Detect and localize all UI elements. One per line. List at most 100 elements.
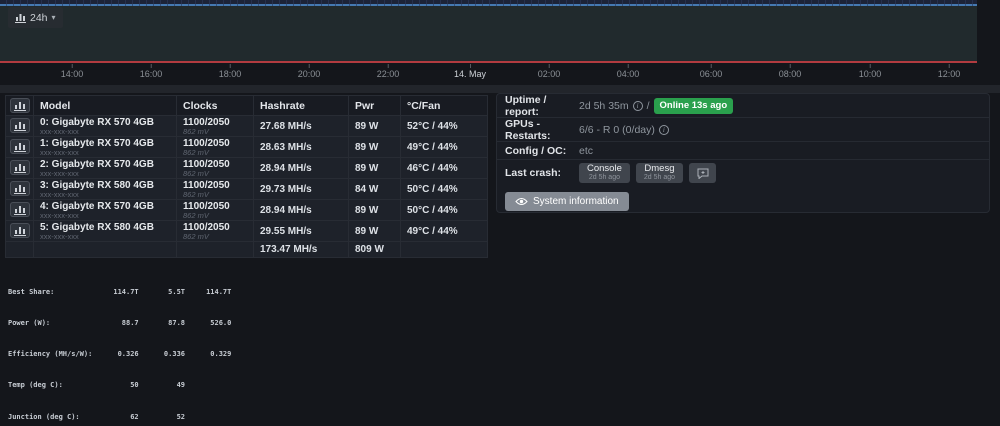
gpu-model[interactable]: 4: Gigabyte RX 570 4GB — [40, 201, 170, 212]
console-line: Power (W): 88.7 87.8 526.0 — [8, 319, 232, 328]
gpu-chart-button[interactable] — [9, 223, 30, 239]
gpu-temp-fan: 50°C / 44% — [400, 178, 488, 200]
hashrate-chart-panel: 24h ▾ 14:00 16:00 18:00 20:00 22:00 14. … — [0, 0, 1000, 85]
gpu-power: 89 W — [348, 199, 401, 221]
gpu-temp-fan: 52°C / 44% — [400, 115, 488, 137]
console-button-subtext: 2d 5h ago — [588, 174, 620, 181]
col-header-model: Model — [33, 95, 177, 116]
chart-hashrate-line — [0, 4, 977, 6]
x-tick: 14:00 — [60, 64, 84, 79]
uptime-label: Uptime / report: — [505, 93, 547, 118]
console-line: Junction (deg C): 62 52 — [8, 412, 186, 421]
section-divider — [0, 85, 1000, 93]
x-tick: 10:00 — [858, 64, 882, 79]
x-tick: 20:00 — [297, 64, 321, 79]
x-tick: 04:00 — [616, 64, 640, 79]
total-hashrate: 173.47 MH/s — [253, 241, 349, 258]
config-oc-row: Config / OC: etc — [497, 142, 989, 160]
last-crash-row: Last crash: Console 2d 5h ago Dmesg 2d 5… — [497, 160, 989, 186]
chart-plot-area[interactable]: 24h ▾ — [0, 0, 977, 63]
total-power: 809 W — [348, 241, 401, 258]
chevron-down-icon: ▾ — [51, 13, 56, 22]
gpu-serial: xxx-xxx-xxx — [40, 126, 79, 136]
x-tick: 08:00 — [778, 64, 802, 79]
col-header-clocks: Clocks — [176, 95, 254, 116]
x-tick: 06:00 — [699, 64, 723, 79]
gpu-hashrate: 29.55 MH/s — [253, 220, 349, 242]
gpu-total-row: 173.47 MH/s 809 W — [5, 241, 488, 258]
gpu-row: 2: Gigabyte RX 570 4GB xxx-xxx-xxx 1100/2… — [5, 157, 488, 179]
gpu-model[interactable]: 2: Gigabyte RX 570 4GB — [40, 159, 170, 170]
chart-icon — [15, 13, 26, 23]
console-button[interactable]: Console 2d 5h ago — [579, 163, 630, 183]
gpu-model[interactable]: 3: Gigabyte RX 580 4GB — [40, 180, 170, 191]
comment-button[interactable] — [689, 163, 717, 183]
gpu-chart-button[interactable] — [9, 202, 30, 218]
config-oc-label: Config / OC: — [505, 144, 567, 157]
gpu-clocks: 1100/2050 — [183, 221, 230, 233]
gpu-chart-button[interactable] — [9, 181, 30, 197]
gpu-hashrate: 28.94 MH/s — [253, 157, 349, 179]
info-icon[interactable]: i — [632, 100, 643, 111]
uptime-value: 2d 5h 35m — [579, 99, 629, 112]
console-line: Efficiency (MH/s/W): 0.326 0.336 0.329 — [8, 350, 232, 359]
speech-bubble-icon — [697, 168, 709, 179]
x-tick: 22:00 — [376, 64, 400, 79]
dmesg-button[interactable]: Dmesg 2d 5h ago — [635, 163, 684, 183]
gpu-clocks: 1100/2050 — [183, 158, 230, 170]
gpu-table: Model Clocks Hashrate Pwr °C/Fan 0: Giga… — [5, 95, 488, 258]
gpu-row: 5: Gigabyte RX 580 4GB xxx-xxx-xxx 1100/2… — [5, 220, 488, 242]
x-tick: 02:00 — [537, 64, 561, 79]
gpu-voltage: 862 mV — [183, 168, 209, 178]
gpu-voltage: 862 mV — [183, 231, 209, 241]
col-header-hashrate: Hashrate — [253, 95, 349, 116]
system-information-label: System information — [533, 196, 619, 207]
console-button-label: Console — [587, 163, 622, 174]
gpu-model[interactable]: 0: Gigabyte RX 570 4GB — [40, 117, 170, 128]
gpu-chart-button[interactable] — [9, 139, 30, 155]
gpu-power: 89 W — [348, 115, 401, 137]
uptime-row: Uptime / report: 2d 5h 35m i / Online 13… — [497, 94, 989, 118]
time-range-selector[interactable]: 24h ▾ — [8, 7, 63, 28]
gpu-chart-button[interactable] — [9, 118, 30, 134]
gpu-power: 84 W — [348, 178, 401, 200]
gpu-temp-fan: 46°C / 44% — [400, 157, 488, 179]
x-tick: 18:00 — [218, 64, 242, 79]
dmesg-button-label: Dmesg — [644, 163, 675, 174]
miner-console-log[interactable]: Best Share: 114.7T 5.5T 114.7T Power (W)… — [8, 266, 994, 426]
gpu-clocks: 1100/2050 — [183, 137, 230, 149]
gpu-clocks: 1100/2050 — [183, 200, 230, 212]
gpu-row: 0: Gigabyte RX 570 4GB xxx-xxx-xxx 1100/2… — [5, 115, 488, 137]
gpu-voltage: 862 mV — [183, 210, 209, 220]
gpu-clocks: 1100/2050 — [183, 116, 230, 128]
gpu-model[interactable]: 1: Gigabyte RX 570 4GB — [40, 138, 170, 149]
eye-icon — [515, 197, 528, 206]
gpu-serial: xxx-xxx-xxx — [40, 168, 79, 178]
gpu-voltage: 862 mV — [183, 126, 209, 136]
chart-x-axis: 14:00 16:00 18:00 20:00 22:00 14. May 02… — [0, 63, 977, 85]
gpu-power: 89 W — [348, 157, 401, 179]
last-crash-label: Last crash: — [505, 167, 562, 179]
gpu-temp-fan: 49°C / 44% — [400, 220, 488, 242]
info-icon[interactable]: i — [658, 124, 669, 135]
gpu-row: 4: Gigabyte RX 570 4GB xxx-xxx-xxx 1100/2… — [5, 199, 488, 221]
online-status-badge: Online 13s ago — [653, 97, 734, 114]
gpu-serial: xxx-xxx-xxx — [40, 210, 79, 220]
gpu-hashrate: 28.63 MH/s — [253, 136, 349, 158]
all-gpus-chart-button[interactable] — [9, 98, 30, 113]
rig-status-panel: Uptime / report: 2d 5h 35m i / Online 13… — [496, 93, 990, 213]
gpu-voltage: 862 mV — [183, 147, 209, 157]
x-tick: 12:00 — [937, 64, 961, 79]
console-line: Best Share: 114.7T 5.5T 114.7T — [8, 287, 232, 296]
dmesg-button-subtext: 2d 5h ago — [643, 174, 676, 181]
gpu-model[interactable]: 5: Gigabyte RX 580 4GB — [40, 222, 170, 233]
gpu-clocks: 1100/2050 — [183, 179, 230, 191]
gpus-restarts-label: GPUs - Restarts: — [505, 117, 551, 142]
system-information-button[interactable]: System information — [505, 192, 629, 211]
gpu-hashrate: 29.73 MH/s — [253, 178, 349, 200]
gpu-table-header: Model Clocks Hashrate Pwr °C/Fan — [5, 95, 488, 116]
config-oc-value: etc — [579, 144, 594, 157]
gpu-chart-button[interactable] — [9, 160, 30, 176]
gpus-restarts-row: GPUs - Restarts: 6/6 - R 0 (0/day) i — [497, 118, 989, 142]
gpu-voltage: 862 mV — [183, 189, 209, 199]
